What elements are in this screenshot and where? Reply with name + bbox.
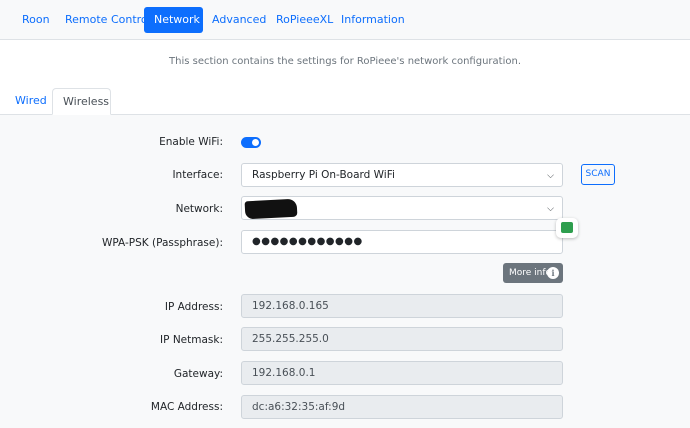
password-manager-icon[interactable] (556, 218, 578, 238)
interface-select[interactable]: Raspberry Pi On-Board WiFi ⌵ (241, 163, 563, 187)
interface-label: Interface: (172, 169, 223, 181)
more-info-button[interactable]: More info i (503, 263, 563, 283)
enable-wifi-toggle[interactable] (241, 137, 261, 148)
subtab-wireless[interactable]: Wireless (52, 88, 111, 115)
network-label: Network: (175, 203, 223, 215)
enable-wifi-label: Enable WiFi: (159, 136, 223, 148)
passphrase-input[interactable]: ●●●●●●●●●●●● (241, 230, 563, 254)
interface-value: Raspberry Pi On-Board WiFi (252, 169, 395, 181)
ip-address-label: IP Address: (164, 301, 223, 313)
mac-address-label: MAC Address: (150, 401, 223, 413)
network-subtabs: Wired Wireless (0, 88, 690, 115)
section-description: This section contains the settings for R… (169, 56, 521, 67)
toggle-knob (252, 139, 259, 146)
ip-netmask-field: 255.255.255.0 (241, 327, 563, 351)
scan-button[interactable]: SCAN (581, 164, 615, 185)
password-manager-icon-face (561, 222, 573, 233)
gateway-label: Gateway: (173, 368, 223, 380)
top-nav: Roon Remote Control Network Advanced RoP… (0, 0, 690, 40)
more-info-label: More info (509, 268, 552, 278)
redacted-network-name (244, 198, 298, 220)
passphrase-label: WPA-PSK (Passphrase): (102, 237, 223, 249)
ip-netmask-label: IP Netmask: (160, 334, 223, 346)
tab-information[interactable]: Information (331, 7, 415, 33)
info-icon: i (547, 267, 559, 279)
subtab-wired[interactable]: Wired (5, 88, 57, 115)
mac-address-field: dc:a6:32:35:af:9d (241, 395, 563, 419)
chevron-down-icon: ⌵ (547, 204, 554, 214)
tab-roon[interactable]: Roon (12, 7, 60, 33)
tab-network[interactable]: Network (144, 7, 203, 33)
ip-address-field: 192.168.0.165 (241, 294, 563, 318)
gateway-field: 192.168.0.1 (241, 361, 563, 385)
chevron-down-icon: ⌵ (547, 171, 554, 181)
